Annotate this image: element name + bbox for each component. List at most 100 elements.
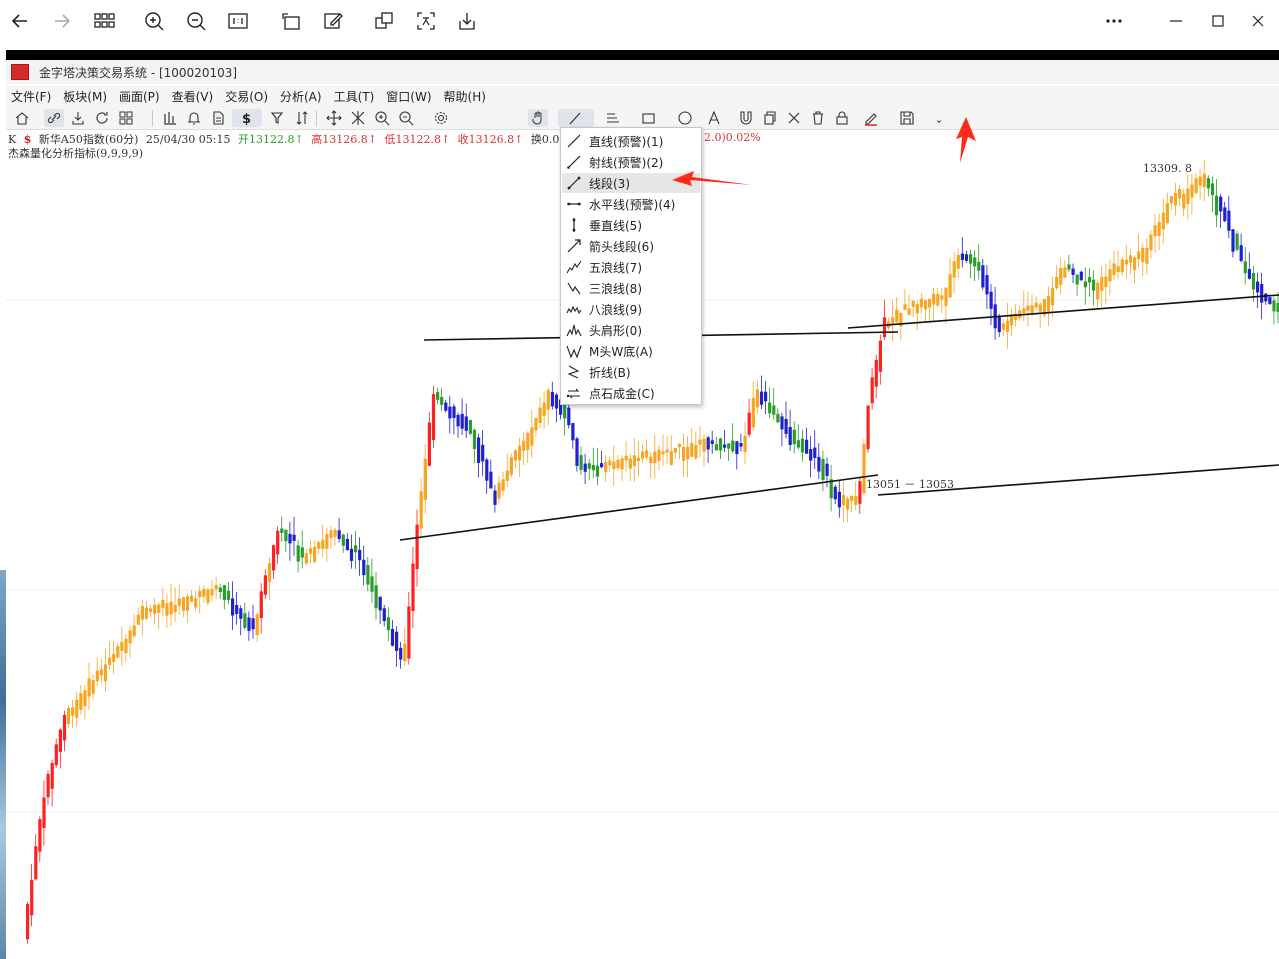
fibonacci-tool-dropdown[interactable]: [598, 109, 628, 127]
delete-drawing-button[interactable]: [784, 109, 804, 127]
back-button[interactable]: [4, 6, 36, 36]
svg-text:$: $: [242, 112, 251, 126]
chart-type-button[interactable]: [160, 109, 180, 127]
candle-body: [723, 444, 727, 448]
edit-button[interactable]: [317, 6, 349, 36]
shape-tool-dropdown[interactable]: [634, 109, 664, 127]
lock-button[interactable]: [832, 109, 852, 127]
menu-item-m-top-w-bottom[interactable]: M头W底(A): [562, 341, 700, 361]
layout-button[interactable]: [116, 109, 136, 127]
candle-body: [522, 440, 526, 451]
candle-body: [772, 405, 776, 415]
zoom-out-button[interactable]: [180, 6, 212, 36]
grid-view-button[interactable]: [88, 6, 120, 36]
candle-body: [989, 291, 993, 309]
candle-body: [530, 427, 534, 446]
menu-item-head-shoulders[interactable]: 头肩形(0): [562, 320, 700, 340]
menu-item-eight-wave[interactable]: 八浪线(9): [562, 299, 700, 319]
close-icon: [1252, 15, 1264, 27]
settings-button[interactable]: [426, 109, 456, 127]
menu-trade[interactable]: 交易(O): [220, 88, 275, 105]
alert-button[interactable]: [184, 109, 204, 127]
ellipse-tool-dropdown[interactable]: [670, 109, 700, 127]
candle-body: [358, 549, 362, 561]
candle-body: [79, 693, 83, 710]
clear-all-button[interactable]: [808, 109, 828, 127]
menu-item-five-wave[interactable]: 五浪线(7): [562, 257, 700, 277]
candle-body: [370, 576, 374, 592]
text-tool-button[interactable]: [704, 109, 724, 127]
menu-item-polyline[interactable]: 折线(B): [562, 362, 700, 382]
menu-item-horizontal-line[interactable]: 水平线(预警)(4): [562, 194, 700, 214]
candle-body: [665, 449, 669, 453]
menu-item-vertical-line[interactable]: 垂直线(5): [562, 215, 700, 235]
report-button[interactable]: [208, 109, 228, 127]
color-pen-dropdown[interactable]: [856, 109, 886, 127]
menu-tools[interactable]: 工具(T): [329, 88, 382, 105]
candle-body: [30, 879, 34, 916]
sort-button[interactable]: [292, 109, 312, 127]
candle-body: [948, 274, 952, 298]
candle-body: [821, 458, 825, 480]
candle-body: [1079, 271, 1083, 281]
candle-body: [194, 598, 198, 608]
rotate-button[interactable]: [275, 6, 307, 36]
edit-icon: [324, 13, 343, 29]
candle-body: [874, 360, 878, 387]
actual-size-button[interactable]: [222, 6, 254, 36]
currency-button[interactable]: $: [232, 109, 262, 127]
move-button[interactable]: [324, 109, 344, 127]
candle-body: [58, 729, 62, 752]
candle-body: [977, 261, 981, 271]
zoom-in-button[interactable]: [138, 6, 170, 36]
close-button[interactable]: [1242, 6, 1274, 36]
menu-item-three-wave[interactable]: 三浪线(8): [562, 278, 700, 298]
translate-button[interactable]: [410, 6, 442, 36]
candle-body: [54, 744, 58, 766]
forward-button[interactable]: [46, 6, 78, 36]
cursor-hand-button[interactable]: [528, 109, 548, 127]
crop-button[interactable]: [368, 6, 400, 36]
vertical-line-icon: [565, 216, 583, 234]
menu-help[interactable]: 帮助(H): [439, 88, 493, 105]
magnet-button[interactable]: [736, 109, 756, 127]
maximize-button[interactable]: [1202, 6, 1234, 36]
menu-file[interactable]: 文件(F): [6, 88, 58, 105]
menu-view[interactable]: 查看(V): [167, 88, 221, 105]
menu-item-arrow-segment[interactable]: 箭头线段(6): [562, 236, 700, 256]
candle-body: [747, 412, 751, 435]
candle-body: [149, 608, 153, 612]
floppy-icon: [900, 111, 914, 125]
menu-analysis[interactable]: 分析(A): [275, 88, 329, 105]
candle-body: [317, 542, 321, 549]
candle-body: [214, 584, 218, 590]
more-button[interactable]: [1098, 6, 1130, 36]
candle-body: [231, 598, 235, 616]
minimize-button[interactable]: [1160, 6, 1192, 36]
candle-body: [509, 457, 513, 475]
toolbar-overflow-button[interactable]: [932, 109, 946, 127]
trend-line[interactable]: [399, 474, 879, 541]
pattern-button[interactable]: [348, 109, 368, 127]
download-data-button[interactable]: [68, 109, 88, 127]
menu-screen[interactable]: 画面(P): [114, 88, 167, 105]
candle-body: [1137, 251, 1141, 260]
save-drawing-dropdown[interactable]: [892, 109, 922, 127]
candle-body: [546, 389, 550, 410]
menu-window[interactable]: 窗口(W): [381, 88, 438, 105]
candle-body: [1055, 277, 1059, 289]
menu-sector[interactable]: 板块(M): [58, 88, 114, 105]
home-button[interactable]: [12, 109, 32, 127]
save-button[interactable]: [451, 6, 483, 36]
chart-zoom-out-button[interactable]: [396, 109, 416, 127]
menu-item-golden-touch[interactable]: 点石成金(C): [562, 383, 700, 403]
zoom-out-icon: [399, 111, 414, 126]
line-tool-dropdown[interactable]: [558, 109, 594, 127]
candle-body: [788, 427, 792, 445]
filter-button[interactable]: [268, 109, 288, 127]
link-button[interactable]: [44, 109, 64, 127]
chart-zoom-in-button[interactable]: [372, 109, 392, 127]
menu-item-line[interactable]: 直线(预警)(1): [562, 131, 700, 151]
refresh-button[interactable]: [92, 109, 112, 127]
copy-drawing-button[interactable]: [760, 109, 780, 127]
